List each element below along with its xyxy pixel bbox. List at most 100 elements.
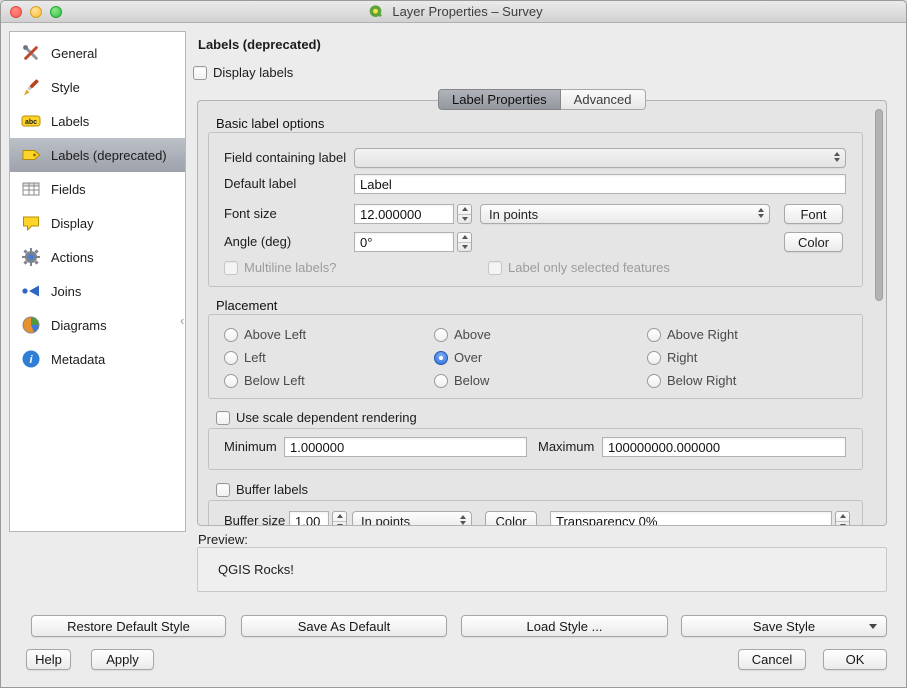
selected-features-checkbox xyxy=(488,261,502,275)
ok-button[interactable]: OK xyxy=(823,649,887,670)
sidebar-item-label: Labels xyxy=(51,114,89,129)
minimum-input[interactable] xyxy=(284,437,527,457)
sidebar-item-labels-deprecated[interactable]: Labels (deprecated) xyxy=(10,138,185,172)
sidebar-item-label: Actions xyxy=(51,250,94,265)
panel-scrollbar-thumb[interactable] xyxy=(875,109,883,301)
font-size-units-value: In points xyxy=(489,207,538,222)
buffer-units-combo[interactable]: In points xyxy=(352,511,472,526)
radio-icon xyxy=(647,374,661,388)
sidebar-item-label: Fields xyxy=(51,182,86,197)
radio-icon xyxy=(647,351,661,365)
scale-checkbox[interactable] xyxy=(216,411,230,425)
traffic-lights xyxy=(10,6,62,18)
default-label-input[interactable] xyxy=(354,174,846,194)
placement-group-title: Placement xyxy=(216,298,277,313)
maximum-input[interactable] xyxy=(602,437,846,457)
join-arrow-icon xyxy=(20,280,42,302)
display-labels-label: Display labels xyxy=(213,65,293,80)
window-title: Layer Properties – Survey xyxy=(392,4,542,19)
save-style-label: Save Style xyxy=(753,619,815,634)
field-containing-label: Field containing label xyxy=(224,148,346,168)
radio-above-right[interactable]: Above Right xyxy=(647,327,738,342)
selected-features-checkbox-row: Label only selected features xyxy=(488,260,670,275)
table-icon xyxy=(20,178,42,200)
pie-chart-icon xyxy=(20,314,42,336)
font-size-stepper[interactable] xyxy=(457,204,472,224)
panel-scrollbar-track[interactable] xyxy=(874,103,884,523)
zoom-window-button[interactable] xyxy=(50,6,62,18)
sidebar-item-metadata[interactable]: i Metadata xyxy=(10,342,185,376)
font-size-label: Font size xyxy=(224,204,277,224)
angle-stepper[interactable] xyxy=(457,232,472,252)
sidebar-item-diagrams[interactable]: Diagrams xyxy=(10,308,185,342)
scale-checkbox-label: Use scale dependent rendering xyxy=(236,410,417,425)
radio-right[interactable]: Right xyxy=(647,350,697,365)
speech-bubble-icon xyxy=(20,212,42,234)
sidebar-splitter-handle[interactable]: ‹ xyxy=(180,313,184,328)
buffer-checkbox-label: Buffer labels xyxy=(236,482,308,497)
sidebar: General Style abc Labels xyxy=(9,31,186,532)
tab-advanced[interactable]: Advanced xyxy=(561,89,646,110)
sidebar-item-general[interactable]: General xyxy=(10,36,185,70)
tab-label-properties[interactable]: Label Properties xyxy=(438,89,561,110)
buffer-checkbox[interactable] xyxy=(216,483,230,497)
qgis-logo-icon xyxy=(364,4,386,20)
sidebar-item-actions[interactable]: Actions xyxy=(10,240,185,274)
buffer-size-input[interactable] xyxy=(289,511,329,526)
color-button[interactable]: Color xyxy=(784,232,843,252)
sidebar-item-display[interactable]: Display xyxy=(10,206,185,240)
abc-label-icon: abc xyxy=(20,110,42,132)
tabbar: Label Properties Advanced xyxy=(438,89,646,110)
scale-checkbox-row: Use scale dependent rendering xyxy=(216,410,417,425)
field-combo[interactable] xyxy=(354,148,846,168)
radio-icon xyxy=(224,351,238,365)
radio-above[interactable]: Above xyxy=(434,327,491,342)
radio-below-right[interactable]: Below Right xyxy=(647,373,736,388)
svg-text:abc: abc xyxy=(25,119,37,126)
multiline-checkbox-row: Multiline labels? xyxy=(224,260,337,275)
sidebar-item-style[interactable]: Style xyxy=(10,70,185,104)
help-button[interactable]: Help xyxy=(26,649,71,670)
angle-label: Angle (deg) xyxy=(224,232,291,252)
titlebar: Layer Properties – Survey xyxy=(1,1,906,23)
font-button[interactable]: Font xyxy=(784,204,843,224)
save-style-menu-button[interactable]: Save Style xyxy=(681,615,887,637)
sidebar-item-label: Display xyxy=(51,216,94,231)
sidebar-item-label: General xyxy=(51,46,97,61)
apply-button[interactable]: Apply xyxy=(91,649,154,670)
page-title: Labels (deprecated) xyxy=(198,37,321,52)
label-properties-panel: Basic label options Field containing lab… xyxy=(197,100,887,526)
close-window-button[interactable] xyxy=(10,6,22,18)
angle-input[interactable] xyxy=(354,232,454,252)
radio-left[interactable]: Left xyxy=(224,350,266,365)
combo-arrows-icon xyxy=(460,515,466,525)
buffer-transparency-stepper[interactable] xyxy=(835,511,850,526)
minimize-window-button[interactable] xyxy=(30,6,42,18)
display-labels-checkbox[interactable] xyxy=(193,66,207,80)
load-style-button[interactable]: Load Style ... xyxy=(461,615,668,637)
buffer-size-stepper[interactable] xyxy=(332,511,347,526)
combo-arrows-icon xyxy=(834,152,840,162)
sidebar-item-labels[interactable]: abc Labels xyxy=(10,104,185,138)
sidebar-item-label: Joins xyxy=(51,284,81,299)
multiline-label: Multiline labels? xyxy=(244,260,337,275)
buffer-transparency-input[interactable] xyxy=(550,511,832,526)
sidebar-item-label: Metadata xyxy=(51,352,105,367)
radio-below[interactable]: Below xyxy=(434,373,489,388)
restore-default-style-button[interactable]: Restore Default Style xyxy=(31,615,226,637)
sidebar-item-joins[interactable]: Joins xyxy=(10,274,185,308)
font-size-units-combo[interactable]: In points xyxy=(480,204,770,224)
preview-text: QGIS Rocks! xyxy=(218,562,294,577)
save-as-default-button[interactable]: Save As Default xyxy=(241,615,447,637)
radio-below-left[interactable]: Below Left xyxy=(224,373,305,388)
multiline-checkbox xyxy=(224,261,238,275)
display-labels-checkbox-row: Display labels xyxy=(193,65,293,80)
preview-box: QGIS Rocks! xyxy=(197,547,887,592)
buffer-color-button[interactable]: Color xyxy=(485,511,537,526)
radio-over[interactable]: Over xyxy=(434,350,482,365)
sidebar-item-label: Diagrams xyxy=(51,318,107,333)
cancel-button[interactable]: Cancel xyxy=(738,649,806,670)
sidebar-item-fields[interactable]: Fields xyxy=(10,172,185,206)
font-size-input[interactable] xyxy=(354,204,454,224)
radio-above-left[interactable]: Above Left xyxy=(224,327,306,342)
